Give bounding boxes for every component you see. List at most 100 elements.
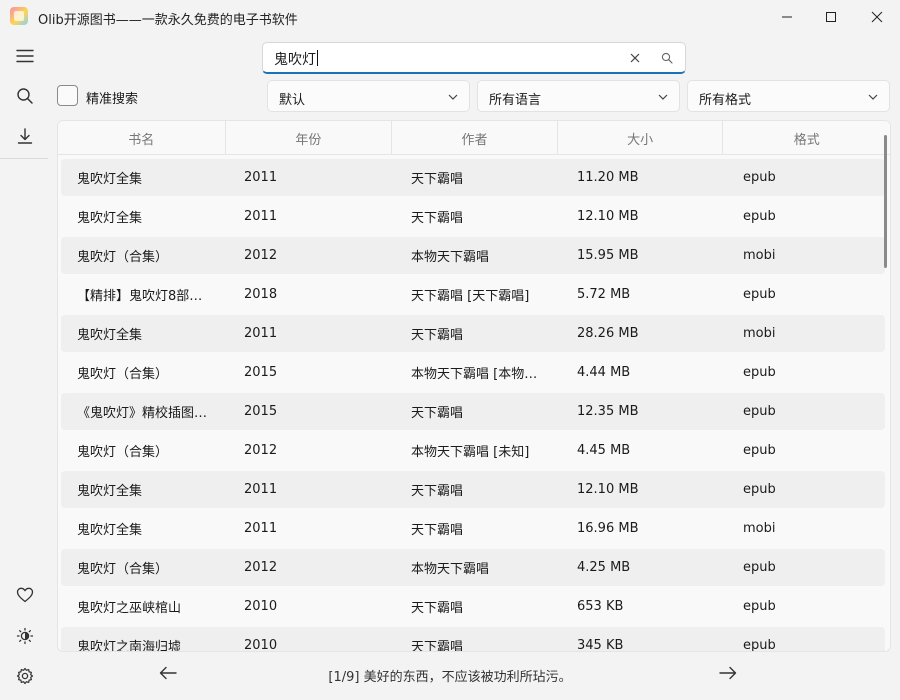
cell-size: 345 KB bbox=[561, 638, 727, 652]
table-row[interactable]: 鬼吹灯（合集）2012本物天下霸唱 [未知]4.45 MBepub bbox=[61, 432, 885, 469]
exact-search-checkbox[interactable] bbox=[57, 85, 78, 106]
column-header-size[interactable]: 大小 bbox=[557, 121, 723, 155]
theme-toggle-button[interactable] bbox=[6, 619, 44, 653]
exact-search-label: 精准搜索 bbox=[86, 88, 138, 107]
search-input[interactable]: 鬼吹灯 bbox=[262, 42, 686, 74]
nav-download-button[interactable] bbox=[6, 119, 44, 153]
search-submit-button[interactable] bbox=[655, 48, 679, 68]
window-title: Olib开源图书——一款永久免费的电子书软件 bbox=[38, 9, 298, 28]
table-row[interactable]: 【精排】鬼吹灯8部…2018天下霸唱 [天下霸唱]5.72 MBepub bbox=[61, 276, 885, 313]
nav-search-button[interactable] bbox=[6, 79, 44, 113]
cell-title: 鬼吹灯（合集） bbox=[61, 363, 228, 382]
cell-format: epub bbox=[727, 638, 885, 652]
arrow-right-icon bbox=[719, 666, 737, 680]
cell-year: 2012 bbox=[228, 560, 395, 575]
cell-title: 鬼吹灯（合集） bbox=[61, 441, 228, 460]
maximize-button[interactable] bbox=[808, 0, 854, 34]
cell-year: 2015 bbox=[228, 365, 395, 380]
cell-title: 鬼吹灯之南海归墟 bbox=[61, 636, 228, 652]
cell-format: mobi bbox=[727, 521, 885, 536]
column-header-year[interactable]: 年份 bbox=[225, 121, 392, 155]
cell-year: 2011 bbox=[228, 209, 395, 224]
cell-size: 4.44 MB bbox=[561, 365, 727, 380]
cell-year: 2011 bbox=[228, 326, 395, 341]
table-row[interactable]: 鬼吹灯全集2011天下霸唱11.20 MBepub bbox=[61, 159, 885, 196]
cell-format: mobi bbox=[727, 248, 885, 263]
table-row[interactable]: 鬼吹灯（合集）2015本物天下霸唱 [本物…4.44 MBepub bbox=[61, 354, 885, 391]
cell-author: 天下霸唱 bbox=[395, 519, 561, 538]
table-row[interactable]: 鬼吹灯全集2011天下霸唱16.96 MBmobi bbox=[61, 510, 885, 547]
search-icon bbox=[661, 52, 673, 64]
cell-format: epub bbox=[727, 287, 885, 302]
cell-size: 5.72 MB bbox=[561, 287, 727, 302]
cell-size: 28.26 MB bbox=[561, 326, 727, 341]
cell-author: 天下霸唱 bbox=[395, 480, 561, 499]
cell-year: 2010 bbox=[228, 638, 395, 652]
cell-format: epub bbox=[727, 560, 885, 575]
cell-year: 2012 bbox=[228, 248, 395, 263]
table-row[interactable]: 鬼吹灯（合集）2012本物天下霸唱4.25 MBepub bbox=[61, 549, 885, 586]
title-bar: Olib开源图书——一款永久免费的电子书软件 bbox=[0, 0, 900, 34]
cell-author: 天下霸唱 bbox=[395, 168, 561, 187]
results-table: 书名 年份 作者 大小 格式 鬼吹灯全集2011天下霸唱11.20 MBepub… bbox=[57, 120, 891, 652]
cell-author: 本物天下霸唱 bbox=[395, 558, 561, 577]
cell-size: 12.35 MB bbox=[561, 404, 727, 419]
clear-search-button[interactable] bbox=[627, 50, 643, 66]
table-row[interactable]: 鬼吹灯全集2011天下霸唱12.10 MBepub bbox=[61, 471, 885, 508]
cell-author: 本物天下霸唱 bbox=[395, 246, 561, 265]
cell-title: 鬼吹灯全集 bbox=[61, 324, 228, 343]
language-select-value: 所有语言 bbox=[489, 89, 541, 108]
cell-size: 653 KB bbox=[561, 599, 727, 614]
sort-select[interactable]: 默认 bbox=[267, 80, 470, 112]
app-logo-icon bbox=[10, 7, 28, 25]
table-scrollbar[interactable] bbox=[884, 135, 887, 268]
search-icon bbox=[16, 87, 34, 105]
cell-author: 天下霸唱 bbox=[395, 597, 561, 616]
cell-author: 天下霸唱 bbox=[395, 636, 561, 652]
cell-size: 12.10 MB bbox=[561, 482, 727, 497]
download-icon bbox=[16, 127, 34, 145]
cell-format: epub bbox=[727, 599, 885, 614]
cell-author: 天下霸唱 [天下霸唱] bbox=[395, 285, 561, 304]
close-button[interactable] bbox=[854, 0, 900, 34]
cell-format: epub bbox=[727, 365, 885, 380]
chevron-down-icon bbox=[867, 91, 879, 103]
favorites-button[interactable] bbox=[6, 578, 44, 612]
table-row[interactable]: 鬼吹灯之南海归墟2010天下霸唱345 KBepub bbox=[61, 627, 885, 652]
cell-author: 本物天下霸唱 [未知] bbox=[395, 441, 561, 460]
cell-year: 2012 bbox=[228, 443, 395, 458]
table-row[interactable]: 鬼吹灯（合集）2012本物天下霸唱15.95 MBmobi bbox=[61, 237, 885, 274]
cell-format: epub bbox=[727, 482, 885, 497]
cell-size: 15.95 MB bbox=[561, 248, 727, 263]
cell-size: 4.45 MB bbox=[561, 443, 727, 458]
cell-author: 天下霸唱 bbox=[395, 402, 561, 421]
cell-title: 鬼吹灯（合集） bbox=[61, 246, 228, 265]
cell-title: 【精排】鬼吹灯8部… bbox=[61, 285, 228, 304]
cell-title: 鬼吹灯全集 bbox=[61, 168, 228, 187]
column-header-author[interactable]: 作者 bbox=[391, 121, 557, 155]
cell-title: 《鬼吹灯》精校插图… bbox=[61, 402, 228, 421]
cell-size: 4.25 MB bbox=[561, 560, 727, 575]
table-row[interactable]: 鬼吹灯全集2011天下霸唱12.10 MBepub bbox=[61, 198, 885, 235]
close-icon bbox=[871, 11, 883, 23]
chevron-down-icon bbox=[657, 91, 669, 103]
minimize-button[interactable] bbox=[764, 0, 810, 34]
brightness-icon bbox=[16, 627, 34, 645]
cell-title: 鬼吹灯（合集） bbox=[61, 558, 228, 577]
table-row[interactable]: 《鬼吹灯》精校插图…2015天下霸唱12.35 MBepub bbox=[61, 393, 885, 430]
column-header-format[interactable]: 格式 bbox=[722, 121, 890, 155]
table-row[interactable]: 鬼吹灯之巫峡棺山2010天下霸唱653 KBepub bbox=[61, 588, 885, 625]
sort-select-value: 默认 bbox=[279, 89, 305, 108]
cell-format: epub bbox=[727, 404, 885, 419]
cell-title: 鬼吹灯全集 bbox=[61, 480, 228, 499]
cell-format: mobi bbox=[727, 326, 885, 341]
menu-button[interactable] bbox=[6, 39, 44, 73]
table-row[interactable]: 鬼吹灯全集2011天下霸唱28.26 MBmobi bbox=[61, 315, 885, 352]
maximize-icon bbox=[825, 11, 837, 23]
format-select[interactable]: 所有格式 bbox=[687, 80, 890, 112]
cell-year: 2011 bbox=[228, 482, 395, 497]
cell-format: epub bbox=[727, 170, 885, 185]
next-page-button[interactable] bbox=[716, 662, 740, 684]
language-select[interactable]: 所有语言 bbox=[477, 80, 680, 112]
column-header-title[interactable]: 书名 bbox=[58, 121, 225, 155]
